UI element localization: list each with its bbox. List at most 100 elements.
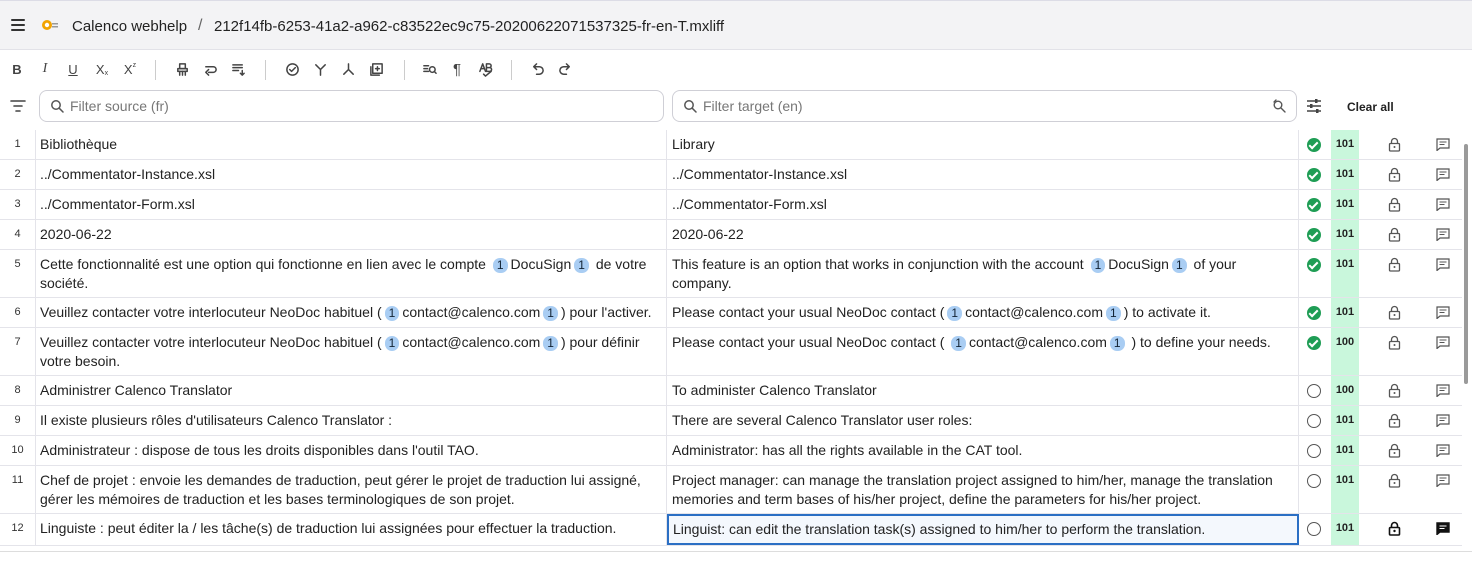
lock-icon[interactable] — [1388, 443, 1401, 458]
superscript-button[interactable]: Xz — [121, 60, 139, 78]
filter-icon[interactable] — [10, 99, 26, 113]
segment-row: 7 Veuillez contacter votre interlocuteur … — [0, 328, 1462, 376]
target-cell[interactable]: There are several Calenco Translator use… — [667, 406, 1299, 435]
unconfirmed-circle-icon[interactable] — [1307, 522, 1321, 536]
lock-icon[interactable] — [1388, 413, 1401, 428]
toolbar-divider — [155, 60, 156, 80]
search-replace-icon[interactable] — [1272, 99, 1286, 113]
target-cell[interactable]: Please contact your usual NeoDoc contact… — [667, 328, 1299, 375]
inline-tag[interactable]: 1 — [1106, 306, 1121, 321]
redo-icon[interactable] — [556, 60, 574, 78]
pilcrow-icon[interactable]: ¶ — [448, 60, 466, 78]
confirmed-check-icon[interactable] — [1307, 258, 1321, 272]
lock-icon[interactable] — [1388, 305, 1401, 320]
comment-icon[interactable] — [1436, 522, 1450, 536]
comment-icon[interactable] — [1436, 138, 1450, 152]
inline-tag[interactable]: 1 — [384, 336, 400, 351]
lock-icon[interactable] — [1388, 335, 1401, 350]
clear-format-icon[interactable] — [173, 60, 191, 78]
inline-tag[interactable]: 1 — [543, 336, 558, 351]
subscript-button[interactable]: Xx — [93, 60, 111, 78]
lock-icon[interactable] — [1388, 473, 1401, 488]
lock-icon[interactable] — [1388, 257, 1401, 272]
target-cell[interactable]: Linguist: can edit the translation task(… — [667, 514, 1299, 545]
target-cell[interactable]: Administrator: has all the rights availa… — [667, 436, 1299, 465]
target-cell[interactable]: This feature is an option that works in … — [667, 250, 1299, 297]
confirmed-check-icon[interactable] — [1307, 228, 1321, 242]
inline-tag[interactable]: 1 — [543, 306, 558, 321]
confirmed-check-icon[interactable] — [1307, 198, 1321, 212]
target-text: 2020-06-22 — [672, 226, 744, 242]
confirmed-check-icon[interactable] — [1307, 168, 1321, 182]
target-cell[interactable]: ../Commentator-Form.xsl — [667, 190, 1299, 219]
concordance-search-icon[interactable] — [420, 60, 438, 78]
inline-tag[interactable]: 1 — [384, 306, 400, 321]
target-cell[interactable]: ../Commentator-Instance.xsl — [667, 160, 1299, 189]
insert-tag-icon[interactable] — [201, 60, 219, 78]
target-cell[interactable]: Project manager: can manage the translat… — [667, 466, 1299, 513]
app-title[interactable]: Calenco webhelp — [72, 18, 187, 35]
target-cell[interactable]: Library — [667, 130, 1299, 159]
segment-number: 10 — [0, 436, 36, 465]
lock-icon[interactable] — [1388, 137, 1401, 152]
inline-tag[interactable]: 1 — [1171, 258, 1187, 273]
unconfirmed-circle-icon[interactable] — [1307, 474, 1321, 488]
inline-tag[interactable]: 1 — [574, 258, 589, 273]
bold-button[interactable]: B — [8, 60, 26, 78]
filter-source-input[interactable] — [70, 98, 663, 114]
comment-icon[interactable] — [1436, 258, 1450, 272]
inline-tag[interactable]: 1 — [492, 258, 508, 273]
target-cell[interactable]: Please contact your usual NeoDoc contact… — [667, 298, 1299, 327]
unconfirmed-circle-icon[interactable] — [1307, 444, 1321, 458]
filter-settings-icon[interactable] — [1306, 98, 1322, 114]
comment-icon[interactable] — [1436, 444, 1450, 458]
add-segment-icon[interactable] — [367, 60, 385, 78]
segment-row: 4 2020-06-22 2020-06-22 101 — [0, 220, 1462, 250]
source-text: 2020-06-22 — [40, 226, 112, 242]
inline-tag[interactable]: 1 — [951, 336, 966, 351]
comment-icon[interactable] — [1436, 336, 1450, 350]
segment-number: 9 — [0, 406, 36, 435]
segment-number: 4 — [0, 220, 36, 249]
menu-icon[interactable] — [11, 19, 25, 31]
toolbar-divider — [511, 60, 512, 80]
merge-icon[interactable] — [311, 60, 329, 78]
lock-icon[interactable] — [1388, 197, 1401, 212]
confirmed-check-icon[interactable] — [1307, 306, 1321, 320]
comment-icon[interactable] — [1436, 384, 1450, 398]
inline-tag[interactable]: 1 — [1090, 258, 1106, 273]
grid-bottom — [0, 551, 1472, 561]
lock-icon[interactable] — [1388, 167, 1401, 182]
inline-tag[interactable]: 1 — [947, 306, 963, 321]
underline-button[interactable]: U — [64, 60, 82, 78]
lock-icon[interactable] — [1388, 521, 1401, 536]
italic-button[interactable]: I — [36, 60, 54, 78]
lock-icon[interactable] — [1388, 383, 1401, 398]
target-text-part: ) to activate it. — [1123, 304, 1211, 320]
filter-target-input[interactable] — [703, 98, 1272, 114]
comment-icon[interactable] — [1436, 414, 1450, 428]
unconfirmed-circle-icon[interactable] — [1307, 384, 1321, 398]
comment-icon[interactable] — [1436, 168, 1450, 182]
inline-tag[interactable]: 1 — [1109, 336, 1125, 351]
confirmed-check-icon[interactable] — [1307, 138, 1321, 152]
confirm-icon[interactable] — [283, 60, 301, 78]
scrollbar[interactable] — [1464, 144, 1468, 384]
copy-source-icon[interactable] — [229, 60, 247, 78]
comment-icon[interactable] — [1436, 198, 1450, 212]
comment-icon[interactable] — [1436, 228, 1450, 242]
target-cell[interactable]: To administer Calenco Translator — [667, 376, 1299, 405]
split-icon[interactable] — [339, 60, 357, 78]
target-cell[interactable]: 2020-06-22 — [667, 220, 1299, 249]
unconfirmed-circle-icon[interactable] — [1307, 414, 1321, 428]
comment-icon[interactable] — [1436, 474, 1450, 488]
undo-icon[interactable] — [528, 60, 546, 78]
comment-icon[interactable] — [1436, 306, 1450, 320]
target-text-part: contact@calenco.com — [968, 334, 1107, 350]
lock-icon[interactable] — [1388, 227, 1401, 242]
source-text-part: ) pour l'activer. — [560, 304, 652, 320]
clear-all-button[interactable]: Clear all — [1347, 100, 1394, 114]
confirmed-check-icon[interactable] — [1307, 336, 1321, 350]
spellcheck-icon[interactable] — [476, 60, 494, 78]
target-text-part: ) to define your needs. — [1127, 334, 1271, 350]
